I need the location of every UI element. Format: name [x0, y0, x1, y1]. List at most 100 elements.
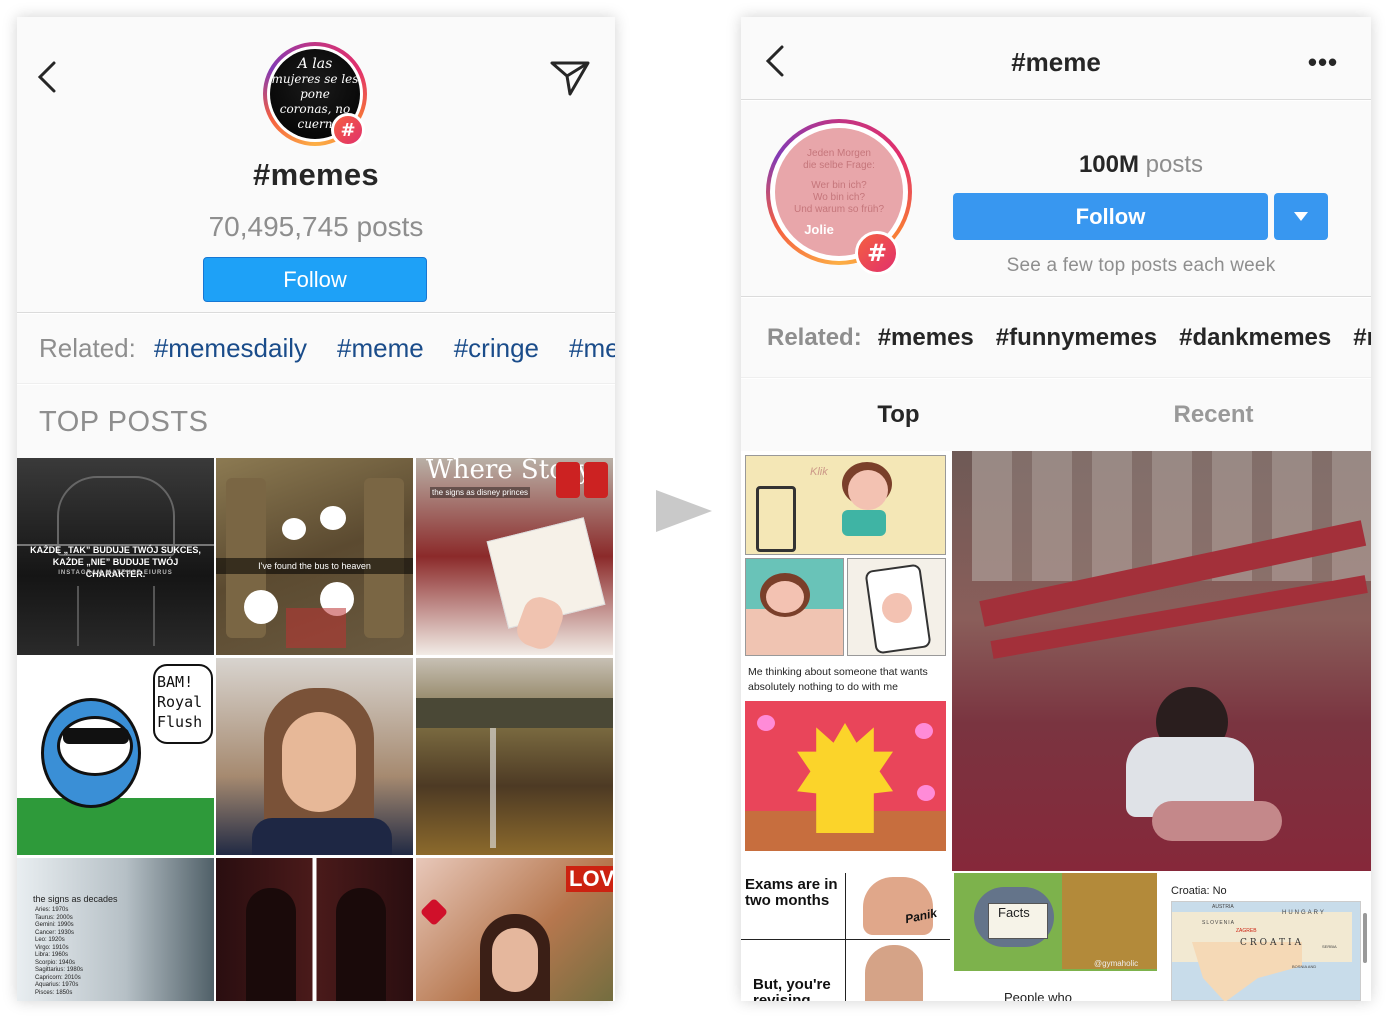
post-count-number: 100M	[1078, 151, 1139, 178]
avatar-text-line: A las	[297, 55, 333, 72]
related-label: Related:	[767, 323, 862, 351]
post-count-label: posts	[1139, 151, 1204, 178]
post-thumbnail[interactable]	[216, 858, 413, 1001]
map-label: CROATIA	[1240, 938, 1305, 948]
related-tags-bar: Related: #memes #funnymemes #dankmemes #…	[741, 298, 1371, 378]
back-icon[interactable]	[31, 57, 63, 97]
related-tag[interactable]: #meme	[337, 333, 424, 364]
page-title: #meme	[1011, 47, 1101, 77]
map-label: BOSNIA AND	[1292, 964, 1317, 969]
decades-list-item: Virgo: 1910s	[35, 944, 69, 951]
decades-list-item: Scorpio: 1940s	[35, 959, 76, 966]
decades-list-item: Capricorn: 2010s	[35, 974, 81, 981]
follow-subtitle: See a few top posts each week	[1006, 255, 1276, 276]
post-caption: the signs as decades	[33, 894, 118, 904]
triangle-down-icon	[1294, 211, 1308, 221]
decades-list-item: Aquarius: 1970s	[35, 982, 79, 988]
follow-button[interactable]: Follow	[953, 193, 1268, 240]
avatar-text-line: Wo bin ich?	[812, 192, 866, 203]
related-tag[interactable]: #memesdaily	[154, 333, 307, 364]
post-thumbnail[interactable]	[847, 558, 946, 656]
related-tag[interactable]: #r	[1353, 324, 1371, 352]
post-thumbnail[interactable]	[216, 658, 413, 855]
scrollbar[interactable]	[1363, 913, 1367, 963]
avatar-text-line: die selbe Frage:	[803, 160, 875, 171]
left-hashtag-screen: A las mujeres se les pone coronas, no cu…	[17, 17, 615, 1001]
map-label: HUNGARY	[1282, 910, 1326, 916]
post-caption: People who	[1004, 990, 1072, 1001]
map-label: AUSTRIA	[1212, 904, 1234, 910]
post-caption: I've found the bus to heaven	[216, 558, 413, 574]
heart-icon	[915, 723, 933, 739]
decades-list-item: Libra: 1960s	[35, 952, 69, 958]
post-thumbnail[interactable]: KAŻDE „TAK” BUDUJE TWÓJ SUKCES, KAŻDE „N…	[17, 458, 214, 655]
post-thumbnail[interactable]: Facts @gymaholic People who	[954, 873, 1157, 1001]
decades-list-item: Sagittarius: 1980s	[35, 967, 84, 973]
decades-list-item: Leo: 1920s	[35, 937, 65, 943]
post-count: 70,495,745 posts	[208, 211, 424, 242]
hashtag-header: Jeden Morgen die selbe Frage: Wer bin ic…	[741, 101, 1371, 297]
decades-list: Aries: 1970s Taurus: 2000s Gemini: 1990s Ca…	[35, 907, 83, 997]
tab-top[interactable]: Top	[741, 379, 1056, 451]
post-caption: the signs as disney princes	[430, 487, 531, 498]
map-label: SLOVENIA	[1202, 920, 1236, 926]
post-thumbnail[interactable]: the signs as decades Aries: 1970s Taurus:…	[17, 858, 214, 1001]
post-thumbnail[interactable]: Exams are in two months Panik But, you'r…	[741, 873, 950, 1001]
post-thumbnail[interactable]: LOVE	[416, 858, 613, 1001]
related-tag[interactable]: #cringe	[454, 333, 539, 364]
post-caption: Klik	[810, 466, 828, 478]
related-tag[interactable]: #funnymemes	[996, 324, 1157, 352]
decades-list-item: Pisces: 1850s	[35, 989, 73, 996]
post-caption: LOVE	[566, 866, 613, 892]
avatar-text-line: pone	[300, 86, 330, 101]
hashtag-header: A las mujeres se les pone coronas, no cu…	[17, 17, 615, 313]
related-tag[interactable]: #memes	[878, 324, 974, 352]
map-label: ZAGREB	[1236, 928, 1257, 934]
post-count: 100M posts	[953, 151, 1329, 179]
tab-recent[interactable]: Recent	[1056, 379, 1371, 451]
decades-list-item: Gemini: 1990s	[35, 922, 74, 928]
post-thumbnail[interactable]	[416, 658, 613, 855]
right-hashtag-screen: #meme ••• Jeden Morgen die selbe Frage: …	[741, 17, 1371, 1001]
avatar-text-line: mujeres se les	[271, 71, 359, 86]
post-thumbnail[interactable]	[745, 558, 844, 656]
post-thumbnail[interactable]: Croatia: No AUSTRIA HUNGARY SLOVENIA ZAG…	[1161, 873, 1371, 1001]
post-caption-tile[interactable]: Me thinking about someone that wants abs…	[745, 661, 946, 699]
heart-icon	[917, 785, 935, 801]
post-caption-sub: INSTAGRAM MATEUSZ.EIURUS	[58, 570, 173, 576]
avatar-text-line: Und warum so früh?	[793, 204, 885, 215]
post-thumbnail[interactable]	[745, 701, 946, 851]
post-caption: BAM! Royal Flush	[157, 673, 203, 731]
follow-button[interactable]: Follow	[203, 257, 427, 302]
decades-list-item: Cancer: 1930s	[35, 929, 75, 936]
avatar-text-line: cuern	[297, 116, 333, 131]
related-tags-bar: Related: #memesdaily #meme #cringe #me	[17, 314, 615, 384]
map-label: SERBIA	[1322, 944, 1337, 949]
nav-bar: #meme •••	[741, 17, 1371, 100]
heart-icon	[757, 715, 775, 731]
related-tag[interactable]: #dankmemes	[1179, 324, 1331, 352]
section-title: TOP POSTS	[17, 385, 615, 458]
post-thumbnail[interactable]: Where Story the signs as disney princes	[416, 458, 613, 655]
hashtag-title: #memes	[253, 157, 379, 192]
post-thumbnail[interactable]: Klik	[745, 455, 946, 555]
follow-dropdown-button[interactable]	[1274, 193, 1328, 240]
related-label: Related:	[39, 333, 136, 363]
avatar-text-line: Jeden Morgen	[807, 148, 871, 159]
tab-bar: Top Recent	[741, 379, 1371, 451]
hashtag-badge-icon: #	[855, 231, 899, 275]
related-tag[interactable]: #me	[569, 333, 615, 364]
post-caption: Exams are in two months	[745, 876, 838, 909]
decades-list-item: Aries: 1970s	[35, 907, 69, 913]
post-watermark: @gymaholic	[1094, 959, 1139, 968]
send-icon[interactable]	[547, 57, 593, 99]
map-image: AUSTRIA HUNGARY SLOVENIA ZAGREB CROATIA …	[1171, 901, 1361, 1001]
post-thumbnail[interactable]: BAM! Royal Flush	[17, 658, 214, 855]
video-post[interactable]	[952, 451, 1371, 871]
more-options-icon[interactable]: •••	[1301, 47, 1345, 77]
post-caption: Croatia: No	[1171, 885, 1227, 897]
post-thumbnail[interactable]: I've found the bus to heaven	[216, 458, 413, 655]
heart-icon	[419, 897, 449, 927]
post-caption: But, you're revising	[753, 976, 831, 1002]
avatar-logo-text: Jolie	[804, 222, 834, 237]
